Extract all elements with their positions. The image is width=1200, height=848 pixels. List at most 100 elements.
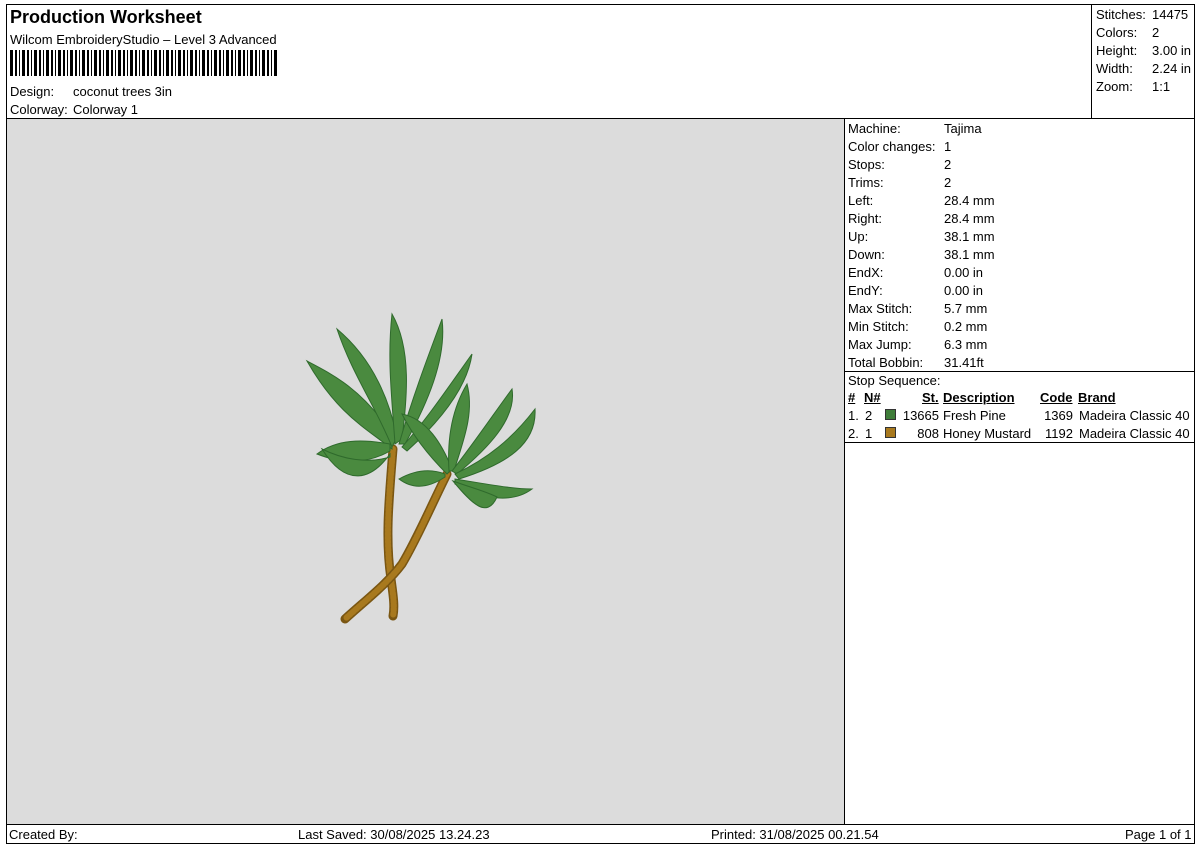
- spec-value: 0.00 in: [944, 283, 984, 298]
- design-row: Design: coconut trees 3in: [10, 84, 172, 99]
- colorway-value: Colorway 1: [73, 102, 139, 117]
- colors-value: 2: [1152, 25, 1160, 40]
- stop-sequence-title: Stop Sequence:: [848, 373, 941, 388]
- spec-row: Min Stitch: 0.2 mm: [848, 319, 987, 334]
- summary-colors: Colors: 2: [1096, 25, 1159, 40]
- trunk-left: [383, 444, 399, 621]
- software-name: Wilcom EmbroideryStudio – Level 3 Advanc…: [10, 32, 277, 47]
- page-title: Production Worksheet: [10, 7, 202, 27]
- spec-value: 28.4 mm: [944, 211, 995, 226]
- spec-value: Tajima: [944, 121, 982, 136]
- last-saved: Last Saved: 30/08/2025 13.24.23: [298, 827, 490, 842]
- stop-code: 1369: [1044, 408, 1073, 423]
- spec-label: Up:: [848, 229, 869, 244]
- spec-label: Left:: [848, 193, 874, 208]
- stop-brand: Madeira Classic 40: [1079, 426, 1190, 441]
- stop-needle: 1: [865, 426, 873, 441]
- spec-row: Stops: 2: [848, 157, 951, 172]
- barcode: [10, 50, 277, 76]
- stop-stitches: 13665: [902, 408, 939, 423]
- created-by: Created By:: [9, 827, 78, 842]
- summary-zoom: Zoom: 1:1: [1096, 79, 1170, 94]
- spec-row: Max Jump: 6.3 mm: [848, 337, 987, 352]
- thread-color-swatch: [885, 409, 896, 420]
- colorway-label: Colorway:: [10, 102, 68, 117]
- spec-value: 0.2 mm: [944, 319, 988, 334]
- spec-value: 38.1 mm: [944, 247, 995, 262]
- stop-code: 1192: [1045, 426, 1073, 441]
- spec-row: EndX: 0.00 in: [848, 265, 983, 280]
- spec-label: Max Jump:: [848, 337, 912, 352]
- spec-label: Max Stitch:: [848, 301, 913, 316]
- col-needle-header: N#: [864, 390, 881, 405]
- spec-label: EndX:: [848, 265, 884, 280]
- specs-divider: [845, 371, 1195, 372]
- page-number: Page 1 of 1: [1125, 827, 1192, 842]
- spec-value: 0.00 in: [944, 265, 984, 280]
- spec-label: Color changes:: [848, 139, 936, 154]
- spec-label: Total Bobbin:: [848, 355, 924, 370]
- spec-value: 28.4 mm: [944, 193, 995, 208]
- col-code-header: Code: [1040, 390, 1073, 405]
- col-index-header: #: [848, 390, 856, 405]
- summary-height: Height: 3.00 in: [1096, 43, 1191, 58]
- spec-label: EndY:: [848, 283, 883, 298]
- col-stitches-header: St.: [922, 390, 939, 405]
- coconut-trees-design: [305, 312, 536, 624]
- height-label: Height:: [1096, 43, 1138, 58]
- colorway-row: Colorway: Colorway 1: [10, 102, 138, 117]
- spec-label: Machine:: [848, 121, 901, 136]
- spec-row: Max Stitch: 5.7 mm: [848, 301, 987, 316]
- stop-description: Honey Mustard: [943, 426, 1032, 441]
- spec-label: Right:: [848, 211, 882, 226]
- colors-label: Colors:: [1096, 25, 1138, 40]
- spec-value: 2: [944, 175, 952, 190]
- spec-row: Down: 38.1 mm: [848, 247, 995, 262]
- printed-date: Printed: 31/08/2025 00.21.54: [711, 827, 879, 842]
- spec-row: EndY: 0.00 in: [848, 283, 983, 298]
- zoom-value: 1:1: [1152, 79, 1171, 94]
- stop-brand: Madeira Classic 40: [1079, 408, 1190, 423]
- design-value: coconut trees 3in: [73, 84, 173, 99]
- spec-value: 38.1 mm: [944, 229, 995, 244]
- spec-label: Trims:: [848, 175, 884, 190]
- spec-value: 31.41ft: [944, 355, 984, 370]
- table-divider: [845, 442, 1195, 443]
- design-preview-canvas[interactable]: [7, 119, 844, 824]
- stitches-label: Stitches:: [1096, 7, 1146, 22]
- spec-row: Left: 28.4 mm: [848, 193, 995, 208]
- stop-stitches: 808: [917, 426, 939, 441]
- footer-divider: [6, 824, 1195, 825]
- spec-value: 2: [944, 157, 952, 172]
- spec-row: Machine: Tajima: [848, 121, 982, 136]
- panel-divider: [844, 119, 845, 824]
- spec-label: Stops:: [848, 157, 885, 172]
- stop-description: Fresh Pine: [943, 408, 1006, 423]
- stitches-value: 14475: [1152, 7, 1189, 22]
- summary-divider: [1091, 4, 1092, 118]
- thread-color-swatch: [885, 427, 896, 438]
- spec-value: 5.7 mm: [944, 301, 988, 316]
- spec-row: Trims: 2: [848, 175, 951, 190]
- spec-row: Right: 28.4 mm: [848, 211, 995, 226]
- spec-value: 6.3 mm: [944, 337, 988, 352]
- design-label: Design:: [10, 84, 55, 99]
- col-brand-header: Brand: [1078, 390, 1116, 405]
- col-description-header: Description: [943, 390, 1015, 405]
- spec-row: Up: 38.1 mm: [848, 229, 995, 244]
- spec-label: Min Stitch:: [848, 319, 909, 334]
- stop-index: 2.: [848, 426, 859, 441]
- spec-row: Color changes: 1: [848, 139, 951, 154]
- summary-width: Width: 2.24 in: [1096, 61, 1191, 76]
- spec-row: Total Bobbin: 31.41ft: [848, 355, 984, 370]
- zoom-label: Zoom:: [1096, 79, 1133, 94]
- height-value: 3.00 in: [1152, 43, 1192, 58]
- stop-index: 1.: [848, 408, 859, 423]
- stop-needle: 2: [865, 408, 873, 423]
- spec-label: Down:: [848, 247, 885, 262]
- width-label: Width:: [1096, 61, 1133, 76]
- summary-stitches: Stitches: 14475: [1096, 7, 1188, 22]
- width-value: 2.24 in: [1152, 61, 1192, 76]
- palm-fronds-left: [305, 312, 473, 477]
- spec-value: 1: [944, 139, 952, 154]
